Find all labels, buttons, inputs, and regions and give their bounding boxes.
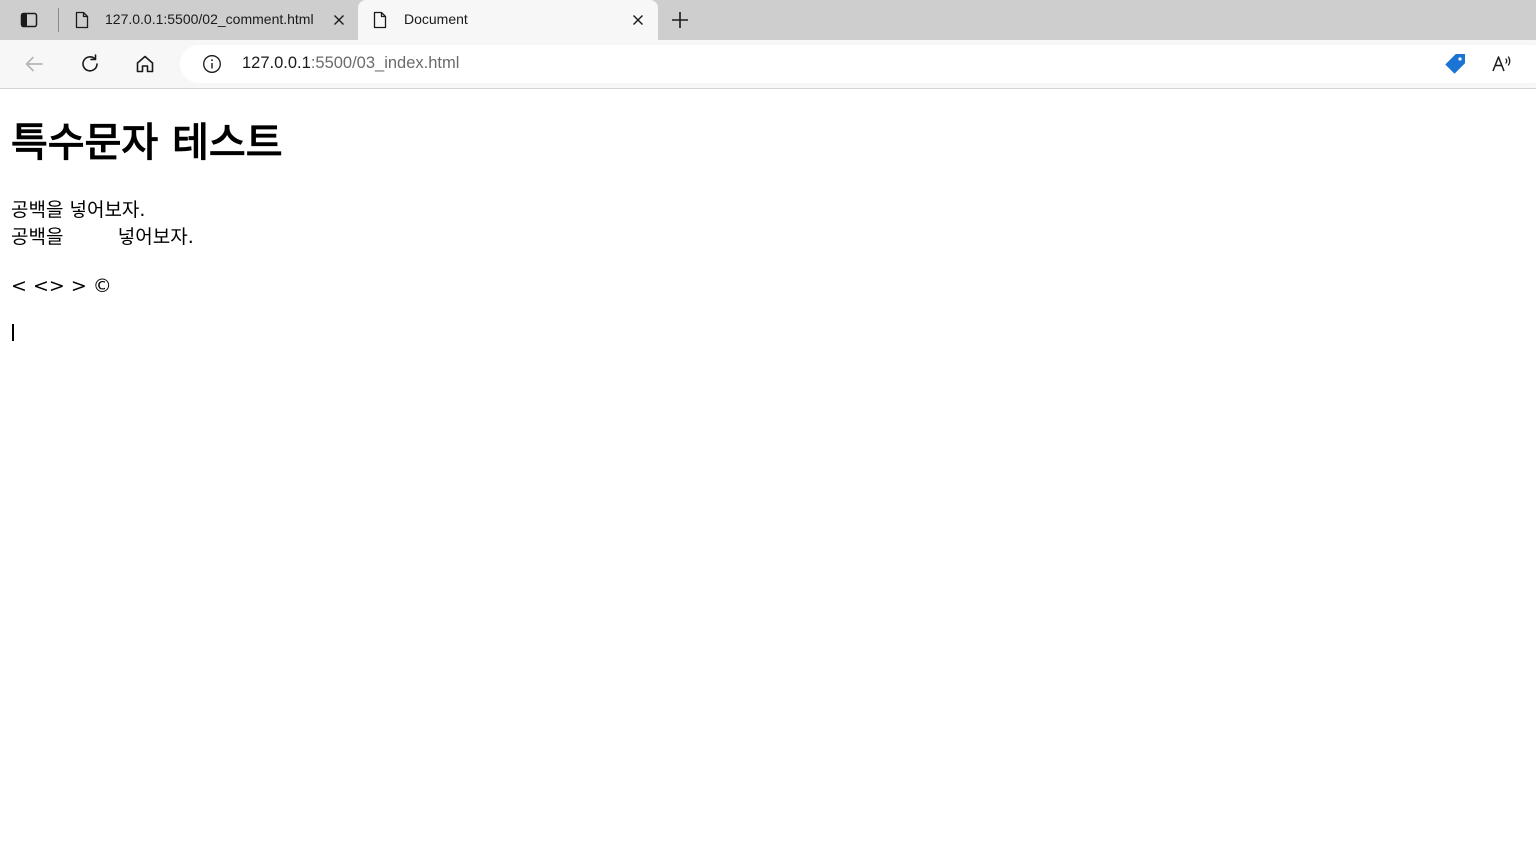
plus-icon [672,12,688,28]
tab-title: Document [404,11,468,27]
url-host: 127.0.0.1 [242,54,311,72]
tab-divider [58,8,59,32]
back-button[interactable] [20,50,48,78]
info-icon[interactable] [202,54,222,74]
close-icon [334,15,344,25]
home-button[interactable] [131,50,159,78]
home-icon [136,55,154,73]
read-aloud-icon[interactable] [1490,53,1512,75]
tab-strip: 127.0.0.1:5500/02_comment.html Document [0,0,1536,40]
page-icon [373,11,387,29]
tab-actions-button[interactable] [14,6,44,34]
close-icon [633,15,643,25]
tag-icon[interactable] [1444,53,1466,75]
line-single-space: 공백을 넣어보자. [11,199,146,221]
tab-document[interactable]: Document [358,0,658,40]
text-block-spaces: 공백을 넣어보자. 공백을 넣어보자. [11,197,194,251]
tab-actions-icon [20,12,38,28]
special-characters-line: < <> > © [11,275,112,297]
close-tab-button[interactable] [329,10,349,30]
url-path: :5500/03_index.html [310,54,460,72]
line-multiple-spaces: 공백을 넣어보자. [11,226,194,248]
new-tab-button[interactable] [666,6,694,34]
page-icon [75,11,89,29]
tab-comment[interactable]: 127.0.0.1:5500/02_comment.html [60,0,356,40]
close-tab-button[interactable] [628,10,648,30]
refresh-button[interactable] [76,50,104,78]
browser-toolbar: 127.0.0.1:5500/03_index.html [0,40,1536,89]
text-cursor [12,324,14,341]
page-heading: 특수문자 테스트 [11,120,283,166]
back-arrow-icon [25,56,43,72]
page-content: 특수문자 테스트 공백을 넣어보자. 공백을 넣어보자. < <> > © [0,89,1536,864]
tab-title: 127.0.0.1:5500/02_comment.html [105,11,314,27]
url-text[interactable]: 127.0.0.1:5500/03_index.html [242,54,459,73]
refresh-icon [82,54,98,72]
address-bar[interactable]: 127.0.0.1:5500/03_index.html [180,45,1536,83]
